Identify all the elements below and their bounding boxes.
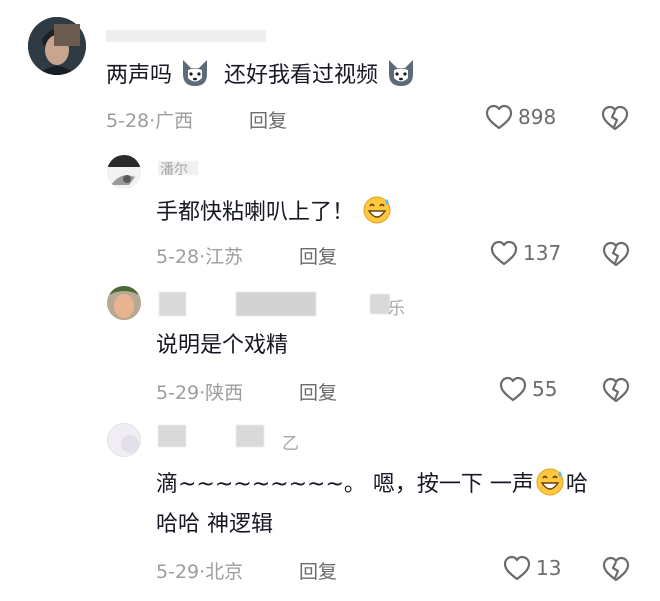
username-fragment: 乐 xyxy=(388,299,405,319)
heart-icon xyxy=(485,104,513,130)
comment-text: 手都快粘喇叭上了！ xyxy=(156,193,393,230)
dislike-button[interactable] xyxy=(601,555,631,587)
like-count: 13 xyxy=(536,556,562,580)
reply-button[interactable]: 回复 xyxy=(299,557,337,584)
avatar[interactable] xyxy=(107,286,141,320)
like-button[interactable]: 13 xyxy=(503,555,561,581)
comment-meta: 5-28·广西 xyxy=(106,110,194,132)
like-count: 898 xyxy=(518,105,557,129)
husky-dog-face-icon xyxy=(179,56,211,88)
like-button[interactable]: 137 xyxy=(490,240,561,266)
username-redacted xyxy=(236,425,264,447)
username-redacted[interactable] xyxy=(106,30,266,42)
comment-text-line-2: 哈哈 神逻辑 xyxy=(156,512,273,537)
username-redacted xyxy=(370,294,390,314)
dislike-button[interactable] xyxy=(600,104,630,136)
husky-dog-face-icon xyxy=(385,56,417,88)
dislike-button[interactable] xyxy=(601,240,631,272)
username-redacted xyxy=(236,292,316,316)
like-count: 55 xyxy=(532,377,558,401)
grinning-sweat-face-icon xyxy=(534,465,566,497)
comment-meta: 5-28·江苏 xyxy=(156,246,244,268)
like-button[interactable]: 898 xyxy=(485,104,556,130)
reply-button[interactable]: 回复 xyxy=(299,378,337,405)
comment-text: 两声吗 还好我看过视频 xyxy=(106,56,417,93)
username-redacted xyxy=(54,24,80,46)
username-redacted[interactable] xyxy=(158,425,186,447)
grinning-sweat-face-icon xyxy=(361,193,393,225)
broken-heart-icon xyxy=(602,241,630,267)
username-fragment: 乙 xyxy=(282,434,299,454)
reply-button[interactable]: 回复 xyxy=(299,242,337,269)
comment-meta: 5-29·北京 xyxy=(156,561,244,583)
dislike-button[interactable] xyxy=(601,376,631,408)
comment-text: 滴~~~~~~~~~。 嗯，按一下 一声 哈 xyxy=(156,465,588,502)
avatar[interactable] xyxy=(107,155,141,189)
heart-icon xyxy=(503,555,531,581)
heart-icon xyxy=(499,376,527,402)
broken-heart-icon xyxy=(602,377,630,403)
like-count: 137 xyxy=(523,241,562,265)
username-fragment: 潘尔 xyxy=(160,162,188,178)
comment-text: 说明是个戏精 xyxy=(156,333,289,358)
heart-icon xyxy=(490,240,518,266)
like-button[interactable]: 55 xyxy=(499,376,557,402)
broken-heart-icon xyxy=(601,105,629,131)
reply-button[interactable]: 回复 xyxy=(249,106,287,133)
username-redacted[interactable] xyxy=(159,292,186,316)
comment-meta: 5-29·陕西 xyxy=(156,382,244,404)
broken-heart-icon xyxy=(602,556,630,582)
avatar[interactable] xyxy=(107,423,141,457)
